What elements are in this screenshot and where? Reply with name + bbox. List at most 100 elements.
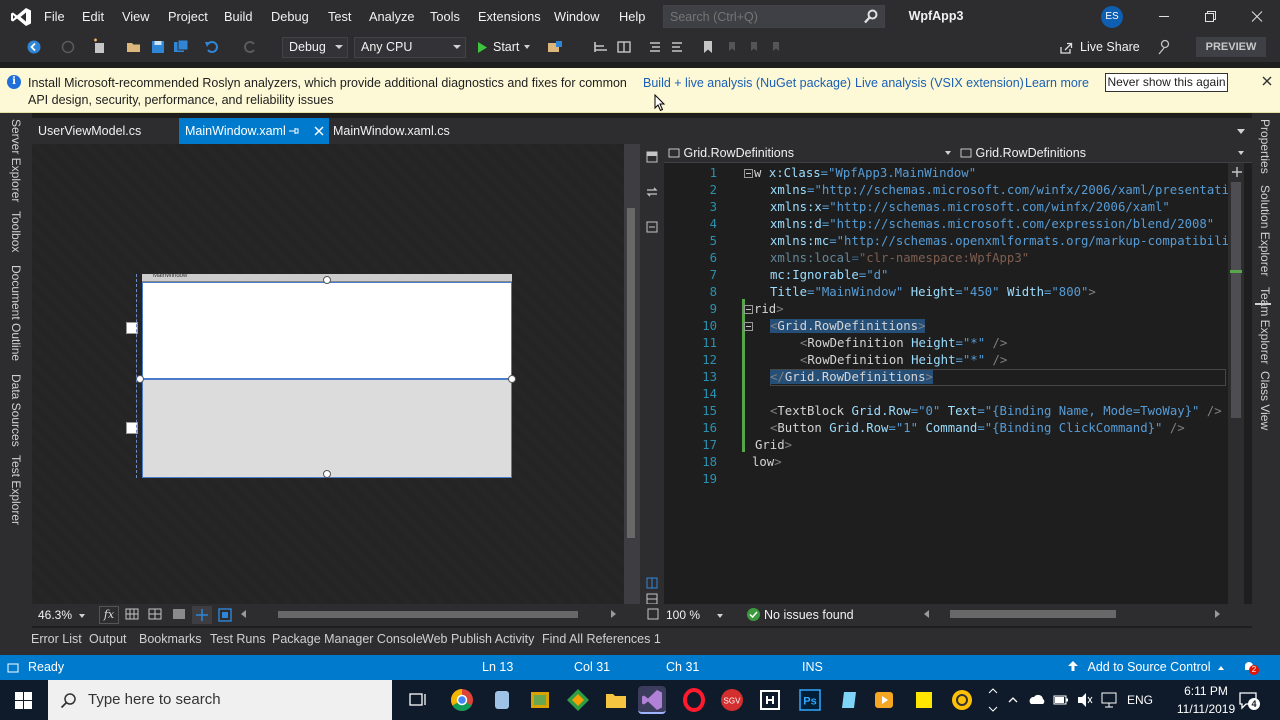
- show-hidden-icons[interactable]: [1006, 680, 1020, 720]
- tab-overflow-chevron-icon[interactable]: [1237, 129, 1245, 134]
- artboard-background-icon[interactable]: [171, 607, 187, 621]
- resize-handle[interactable]: [323, 470, 331, 478]
- next-bookmark-icon[interactable]: [744, 37, 764, 57]
- menu-test[interactable]: Test: [328, 0, 351, 33]
- opera-icon[interactable]: [680, 686, 708, 714]
- live-share-button[interactable]: Live Share: [1058, 33, 1140, 62]
- collapse-pane-icon[interactable]: [645, 220, 659, 234]
- designer-scroll-thumb[interactable]: [627, 208, 635, 538]
- comment-lines-icon[interactable]: [645, 37, 665, 57]
- resize-handle[interactable]: [508, 375, 516, 383]
- search-input[interactable]: [670, 8, 855, 26]
- close-window-button[interactable]: [1234, 0, 1280, 33]
- pin-icon[interactable]: [287, 125, 299, 137]
- menu-file[interactable]: File: [44, 0, 65, 33]
- task-view-icon[interactable]: [404, 686, 432, 714]
- pane-toggle-icon[interactable]: [645, 150, 659, 164]
- file-explorer-icon[interactable]: [602, 686, 630, 714]
- solution-explorer-tab[interactable]: Solution Explorer: [1258, 185, 1272, 276]
- grid-row-0[interactable]: [142, 282, 512, 379]
- editor-zoom-select[interactable]: 100 %: [666, 604, 724, 626]
- member-dropdown[interactable]: Grid.RowDefinitions: [960, 144, 1248, 163]
- resize-handle[interactable]: [136, 375, 144, 383]
- platform-select[interactable]: Any CPU: [354, 37, 466, 58]
- design-window-preview[interactable]: MainWindow: [126, 273, 516, 478]
- app-icon-yellow[interactable]: [526, 686, 554, 714]
- app-icon-sgv[interactable]: SGV: [718, 686, 746, 714]
- redo-icon[interactable]: [240, 37, 260, 57]
- photoshop-icon[interactable]: Ps: [796, 686, 824, 714]
- layout-icon[interactable]: [614, 37, 634, 57]
- minimize-button[interactable]: [1141, 0, 1187, 33]
- tab-error-list[interactable]: Error List: [31, 628, 82, 650]
- tab-web-publish-activity[interactable]: Web Publish Activity: [422, 628, 534, 650]
- vsix-analysis-link[interactable]: Live analysis (VSIX extension): [855, 75, 1024, 92]
- infobar-close-icon[interactable]: [1259, 73, 1275, 89]
- app-icon-bracket[interactable]: [756, 686, 784, 714]
- app-icon-diamond[interactable]: [564, 686, 592, 714]
- feedback-icon[interactable]: [1156, 37, 1174, 57]
- menu-window[interactable]: Window: [554, 0, 600, 33]
- add-to-source-control-button[interactable]: Add to Source Control: [1067, 655, 1224, 680]
- data-sources-tab[interactable]: Data Sources: [9, 374, 23, 447]
- clear-bookmarks-icon[interactable]: [766, 37, 786, 57]
- collapse-outline-icon[interactable]: [744, 305, 753, 314]
- tab-test-runs[interactable]: Test Runs: [210, 628, 266, 650]
- grid-row-1[interactable]: [142, 379, 512, 478]
- resize-handle[interactable]: [323, 276, 331, 284]
- xaml-designer-surface[interactable]: MainWindow: [32, 144, 640, 604]
- test-explorer-tab[interactable]: Test Explorer: [9, 455, 23, 525]
- undo-icon[interactable]: [202, 37, 222, 57]
- menu-build[interactable]: Build: [224, 0, 252, 33]
- tab-output[interactable]: Output: [89, 628, 127, 650]
- app-icon-media[interactable]: [870, 686, 898, 714]
- visual-studio-logo-icon[interactable]: [10, 6, 32, 28]
- element-dropdown[interactable]: Grid.RowDefinitions: [668, 144, 955, 163]
- designer-horizontal-scroll-thumb[interactable]: [278, 611, 578, 618]
- new-project-icon[interactable]: [90, 37, 110, 57]
- app-icon-norton[interactable]: [948, 686, 976, 714]
- properties-tab[interactable]: Properties: [1258, 119, 1272, 174]
- issues-status[interactable]: No issues found: [764, 604, 854, 626]
- taskbar-search-box[interactable]: Type here to search: [48, 680, 392, 720]
- outline-toggle-icon[interactable]: [647, 608, 659, 620]
- xaml-code-editor[interactable]: 1 2 3 4 5 6 7 8 9 10 11 12 13 14 15 16 1…: [664, 163, 1236, 604]
- tab-package-manager-console[interactable]: Package Manager Console: [272, 628, 423, 650]
- scroll-left-icon[interactable]: [924, 610, 929, 618]
- effects-toggle[interactable]: fx: [99, 606, 119, 624]
- tab-userviewmodel-cs[interactable]: UserViewModel.cs: [32, 118, 147, 144]
- notifications-bell-icon[interactable]: 2: [1242, 660, 1259, 675]
- menu-help[interactable]: Help: [619, 0, 645, 33]
- menu-analyze[interactable]: Analyze: [369, 0, 415, 33]
- designer-zoom-select[interactable]: 46.3%: [38, 604, 86, 626]
- designer-xaml-splitter[interactable]: [640, 144, 664, 605]
- volume-muted-icon[interactable]: [1076, 680, 1094, 720]
- scroll-right-icon[interactable]: [1215, 610, 1220, 618]
- tab-find-all-references[interactable]: Find All References 1: [542, 628, 661, 650]
- battery-icon[interactable]: [1052, 680, 1070, 720]
- app-icon-crystal[interactable]: [834, 686, 862, 714]
- tab-mainwindow-xaml-cs[interactable]: MainWindow.xaml.cs: [327, 118, 456, 144]
- align-icon[interactable]: [591, 37, 611, 57]
- device-preview-icon[interactable]: [216, 606, 234, 624]
- start-debugging-button[interactable]: Start: [472, 37, 536, 58]
- collapse-outline-icon[interactable]: [744, 169, 753, 178]
- bookmark-icon[interactable]: [698, 37, 718, 57]
- editor-scroll-thumb[interactable]: [1231, 182, 1241, 418]
- input-language[interactable]: ENG: [1127, 680, 1153, 720]
- swap-panes-icon[interactable]: [645, 185, 659, 199]
- team-explorer-tab[interactable]: Team Explorer: [1258, 287, 1272, 364]
- menu-project[interactable]: Project: [168, 0, 208, 33]
- navigate-forward-icon[interactable]: [58, 37, 78, 57]
- configuration-select[interactable]: Debug: [282, 37, 348, 58]
- snap-gridlines-icon[interactable]: [147, 607, 163, 621]
- toolbox-tab[interactable]: Toolbox: [9, 211, 23, 252]
- document-outline-tab[interactable]: Document Outline: [9, 265, 23, 361]
- server-explorer-tab[interactable]: Server Explorer: [9, 119, 23, 202]
- menu-debug[interactable]: Debug: [271, 0, 309, 33]
- attach-debugger-icon[interactable]: [545, 37, 565, 57]
- app-icon-sticky[interactable]: [910, 686, 938, 714]
- search-icon[interactable]: [864, 9, 878, 24]
- menu-edit[interactable]: Edit: [82, 0, 104, 33]
- grid-toggle-icon[interactable]: [124, 607, 140, 621]
